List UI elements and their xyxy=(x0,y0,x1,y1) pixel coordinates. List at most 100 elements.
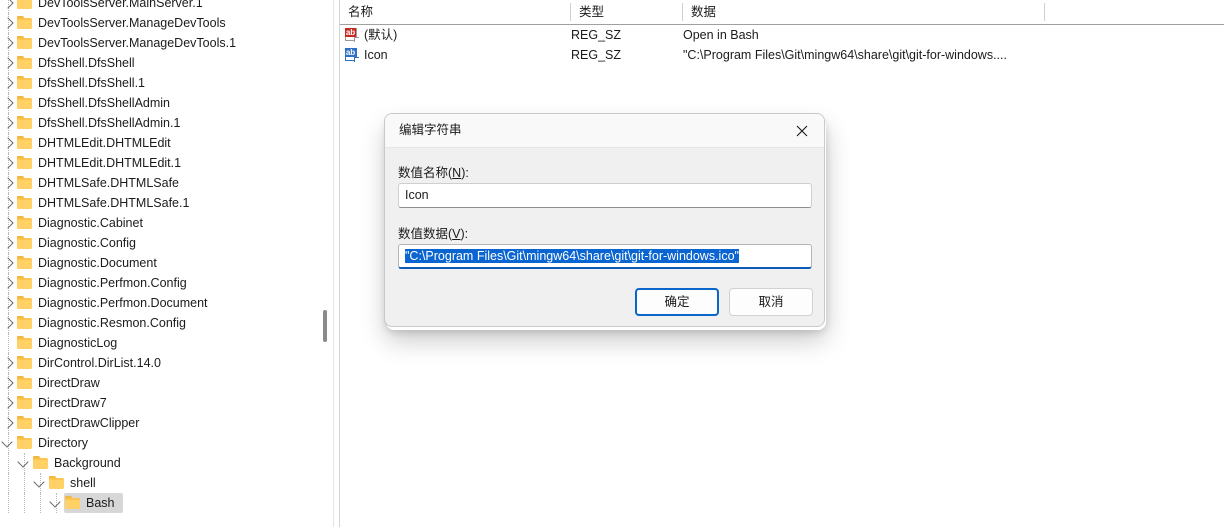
tree-item-label: Bash xyxy=(86,496,115,510)
chevron-right-icon[interactable] xyxy=(0,233,16,253)
dialog-titlebar[interactable]: 编辑字符串 xyxy=(385,114,824,148)
tree-item-dhtmledit-dhtmledit[interactable]: DHTMLEdit.DHTMLEdit xyxy=(0,133,326,153)
tree-item-label: DHTMLEdit.DHTMLEdit.1 xyxy=(38,156,182,170)
tree-item-label: Diagnostic.Config xyxy=(38,236,136,250)
folder-icon xyxy=(16,373,34,393)
tree-item-diagnostic-config[interactable]: Diagnostic.Config xyxy=(0,233,326,253)
chevron-right-icon[interactable] xyxy=(0,93,16,113)
chevron-right-icon[interactable] xyxy=(0,193,16,213)
chevron-right-icon[interactable] xyxy=(0,73,16,93)
folder-icon xyxy=(16,113,34,133)
tree-item-diagnostic-cabinet[interactable]: Diagnostic.Cabinet xyxy=(0,213,326,233)
tree-item-diagnostic-document[interactable]: Diagnostic.Document xyxy=(0,253,326,273)
column-header-type[interactable]: 类型 xyxy=(571,0,682,24)
registry-key-tree[interactable]: DevToolsServer.MainServer.1 DevToolsServe… xyxy=(0,0,326,527)
tree-item-background[interactable]: Background xyxy=(0,453,326,473)
tree-item-directdraw[interactable]: DirectDraw xyxy=(0,373,326,393)
value-cell-name: Icon xyxy=(364,48,388,62)
chevron-right-icon[interactable] xyxy=(0,293,16,313)
tree-item-label: Diagnostic.Perfmon.Config xyxy=(38,276,187,290)
chevron-right-icon[interactable] xyxy=(0,413,16,433)
folder-icon xyxy=(16,93,34,113)
chevron-down-icon[interactable] xyxy=(0,433,16,453)
string-value-default-icon: ab xyxy=(345,28,359,42)
chevron-right-icon[interactable] xyxy=(0,253,16,273)
folder-icon xyxy=(16,13,34,33)
tree-item-label: DevToolsServer.MainServer.1 xyxy=(38,0,203,10)
chevron-right-icon[interactable] xyxy=(0,353,16,373)
value-name-text: Icon xyxy=(405,188,429,202)
cancel-button[interactable]: 取消 xyxy=(729,288,813,316)
tree-indent-guide xyxy=(24,473,26,493)
column-header-data[interactable]: 数据 xyxy=(683,0,1044,24)
chevron-right-icon[interactable] xyxy=(0,133,16,153)
chevron-right-icon[interactable] xyxy=(0,393,16,413)
value-list-body[interactable]: ab (默认) REG_SZ Open in Bash ab Icon REG_SZ "C:\… xyxy=(340,25,1224,71)
tree-item-devtoolsserver-mainserver-1[interactable]: DevToolsServer.MainServer.1 xyxy=(0,0,326,13)
chevron-right-icon[interactable] xyxy=(0,53,16,73)
close-icon[interactable] xyxy=(779,114,824,147)
folder-icon xyxy=(16,33,34,53)
tree-item-diagnostic-perfmon-config[interactable]: Diagnostic.Perfmon.Config xyxy=(0,273,326,293)
chevron-down-icon[interactable] xyxy=(32,473,48,493)
value-cell-data: Open in Bash xyxy=(683,28,759,42)
ok-button[interactable]: 确定 xyxy=(635,288,719,316)
registry-key-tree-pane: DevToolsServer.MainServer.1 DevToolsServe… xyxy=(0,0,340,527)
tree-item-label: DfsShell.DfsShellAdmin.1 xyxy=(38,116,181,130)
chevron-down-icon[interactable] xyxy=(16,453,32,473)
tree-item-shell[interactable]: shell xyxy=(0,473,326,493)
tree-item-diagnostic-perfmon-document[interactable]: Diagnostic.Perfmon.Document xyxy=(0,293,326,313)
tree-item-directory[interactable]: Directory xyxy=(0,433,326,453)
tree-item-diagnostic-resmon-config[interactable]: Diagnostic.Resmon.Config xyxy=(0,313,326,333)
tree-vertical-scrollbar[interactable] xyxy=(318,0,332,527)
tree-item-devtoolsserver-managedevtools[interactable]: DevToolsServer.ManageDevTools xyxy=(0,13,326,33)
value-name-label-text: 数值名称(N): xyxy=(398,166,469,180)
folder-icon xyxy=(16,393,34,413)
chevron-right-icon[interactable] xyxy=(0,33,16,53)
value-list-row[interactable]: ab (默认) REG_SZ Open in Bash xyxy=(340,25,1224,45)
tree-indent-guide xyxy=(8,453,10,473)
tree-item-directdrawclipper[interactable]: DirectDrawClipper xyxy=(0,413,326,433)
tree-item-dfsshell-dfsshell-1[interactable]: DfsShell.DfsShell.1 xyxy=(0,73,326,93)
chevron-right-icon[interactable] xyxy=(0,13,16,33)
folder-icon xyxy=(16,0,34,13)
chevron-right-icon[interactable] xyxy=(0,153,16,173)
value-data-text: "C:\Program Files\Git\mingw64\share\git\… xyxy=(405,249,739,263)
tree-item-dircontrol-dirlist-14-0[interactable]: DirControl.DirList.14.0 xyxy=(0,353,326,373)
value-data-label-text: 数值数据(V): xyxy=(398,227,469,241)
tree-scrollbar-thumb[interactable] xyxy=(323,310,327,342)
chevron-right-icon[interactable] xyxy=(0,0,16,13)
tree-item-dfsshell-dfsshelladmin[interactable]: DfsShell.DfsShellAdmin xyxy=(0,93,326,113)
chevron-right-icon[interactable] xyxy=(0,373,16,393)
folder-icon xyxy=(16,353,34,373)
chevron-right-icon[interactable] xyxy=(0,273,16,293)
value-cell-type: REG_SZ xyxy=(571,28,622,42)
chevron-right-icon[interactable] xyxy=(0,213,16,233)
value-list-row[interactable]: ab Icon REG_SZ "C:\Program Files\Git\mingw6… xyxy=(340,45,1224,65)
tree-item-bash[interactable]: Bash xyxy=(0,493,326,513)
value-data-input[interactable]: "C:\Program Files\Git\mingw64\share\git\… xyxy=(398,244,812,269)
chevron-right-icon[interactable] xyxy=(0,313,16,333)
chevron-right-icon[interactable] xyxy=(0,173,16,193)
tree-item-dfsshell-dfsshell[interactable]: DfsShell.DfsShell xyxy=(0,53,326,73)
string-value-icon: ab xyxy=(345,48,359,62)
folder-icon xyxy=(16,413,34,433)
tree-item-label: Directory xyxy=(38,436,89,450)
folder-icon xyxy=(16,213,34,233)
tree-item-dfsshell-dfsshelladmin-1[interactable]: DfsShell.DfsShellAdmin.1 xyxy=(0,113,326,133)
tree-item-diagnosticlog[interactable]: DiagnosticLog xyxy=(0,333,326,353)
tree-item-dhtmledit-dhtmledit-1[interactable]: DHTMLEdit.DHTMLEdit.1 xyxy=(0,153,326,173)
column-divider-3[interactable] xyxy=(1044,3,1045,21)
tree-item-label: DirectDraw7 xyxy=(38,396,107,410)
tree-item-devtoolsserver-managedevtools-1[interactable]: DevToolsServer.ManageDevTools.1 xyxy=(0,33,326,53)
tree-item-dhtmlsafe-dhtmlsafe[interactable]: DHTMLSafe.DHTMLSafe xyxy=(0,173,326,193)
chevron-down-icon[interactable] xyxy=(48,493,64,513)
column-header-name[interactable]: 名称 xyxy=(340,0,570,24)
chevron-right-icon[interactable] xyxy=(0,113,16,133)
value-data-label: 数值数据(V): xyxy=(398,223,468,242)
tree-indent-guide xyxy=(8,473,10,493)
value-name-input[interactable]: Icon xyxy=(398,183,812,208)
tree-item-directdraw7[interactable]: DirectDraw7 xyxy=(0,393,326,413)
tree-expander-empty xyxy=(0,333,16,353)
tree-item-dhtmlsafe-dhtmlsafe-1[interactable]: DHTMLSafe.DHTMLSafe.1 xyxy=(0,193,326,213)
